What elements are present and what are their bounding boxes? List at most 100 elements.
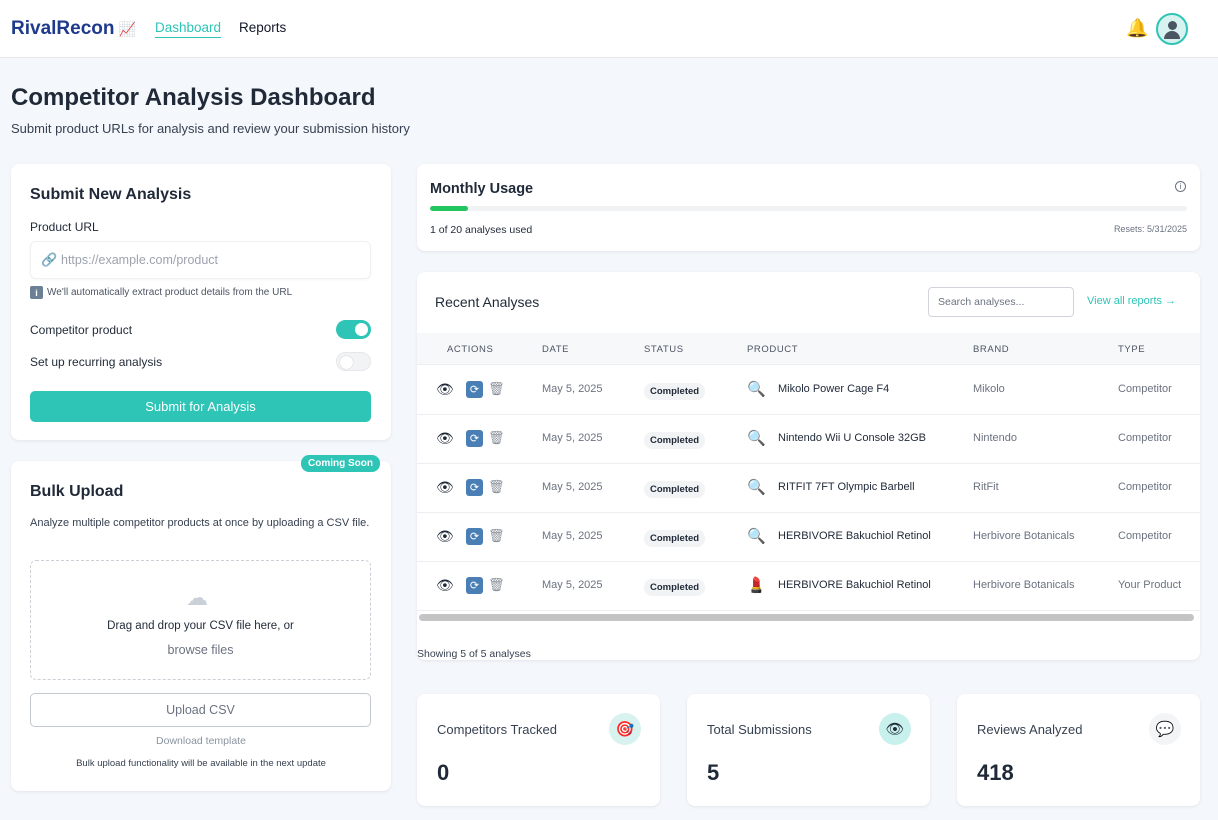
row-brand: Herbivore Botanicals — [973, 579, 1075, 591]
stat-value: 418 — [977, 760, 1014, 785]
info-circle-icon[interactable]: i — [1175, 181, 1186, 192]
url-label: Product URL — [30, 220, 99, 234]
row-product[interactable]: HERBIVORE Bakuchiol Retinol — [778, 530, 931, 542]
eye-icon: 👁 — [879, 713, 911, 745]
trash-icon[interactable]: 🗑 — [488, 479, 505, 495]
stat-value: 5 — [707, 760, 720, 785]
eye-icon[interactable]: 👁 — [436, 381, 454, 398]
brand-logo[interactable]: RivalRecon 📈 — [11, 18, 136, 40]
row-type: Competitor — [1118, 383, 1172, 395]
row-product[interactable]: HERBIVORE Bakuchiol Retinol — [778, 579, 931, 591]
recurring-toggle[interactable] — [336, 352, 371, 371]
upload-csv-button[interactable]: Upload CSV — [30, 693, 371, 727]
submit-card-title: Submit New Analysis — [30, 186, 192, 203]
magnifier-icon: 🔍 — [747, 479, 766, 496]
refresh-icon[interactable]: ⟳ — [466, 577, 483, 594]
status-badge: Completed — [644, 481, 706, 498]
brand-name: RivalRecon — [11, 18, 115, 39]
table-row[interactable]: 👁 ⟳ 🗑 May 5, 2025 Completed 🔍 RITFIT 7FT… — [417, 464, 1200, 513]
magnifier-icon: 🔍 — [747, 430, 766, 447]
eye-icon[interactable]: 👁 — [436, 479, 454, 496]
row-date: May 5, 2025 — [542, 383, 603, 395]
search-input[interactable] — [929, 288, 1073, 316]
trash-icon[interactable]: 🗑 — [488, 577, 505, 593]
row-type: Competitor — [1118, 530, 1172, 542]
row-product[interactable]: RITFIT 7FT Olympic Barbell — [778, 481, 915, 493]
usage-text: 1 of 20 analyses used — [430, 224, 533, 236]
nav-dashboard[interactable]: Dashboard — [155, 20, 222, 38]
user-head-shape — [1167, 21, 1177, 30]
top-navbar: RivalRecon 📈 Dashboard Reports 🔔 — [0, 0, 1218, 58]
target-icon: 🎯 — [609, 713, 641, 745]
avatar[interactable] — [1156, 13, 1188, 45]
row-brand: RitFit — [973, 481, 999, 493]
csv-dropzone[interactable]: ☁ Drag and drop your CSV file here, or b… — [30, 560, 371, 680]
refresh-icon[interactable]: ⟳ — [466, 381, 483, 398]
stat-label: Reviews Analyzed — [977, 722, 1083, 737]
trash-icon[interactable]: 🗑 — [488, 381, 505, 397]
status-badge: Completed — [644, 432, 706, 449]
bell-icon[interactable]: 🔔 — [1126, 18, 1148, 39]
col-brand: BRAND — [973, 344, 1010, 355]
col-type[interactable]: TYPE — [1118, 344, 1145, 355]
submit-analysis-card: Submit New Analysis Product URL 🔗 i We'l… — [11, 164, 391, 440]
bulk-card-title: Bulk Upload — [30, 483, 124, 500]
eye-icon[interactable]: 👁 — [436, 430, 454, 447]
competitor-toggle[interactable] — [336, 320, 371, 339]
url-hint: i We'll automatically extract product de… — [30, 286, 292, 299]
status-badge: Completed — [644, 579, 706, 596]
page-title: Competitor Analysis Dashboard — [11, 84, 376, 111]
nav-reports[interactable]: Reports — [239, 20, 286, 35]
row-type: Competitor — [1118, 432, 1172, 444]
trash-icon[interactable]: 🗑 — [488, 430, 505, 446]
row-product[interactable]: Mikolo Power Cage F4 — [778, 383, 889, 395]
row-product[interactable]: Nintendo Wii U Console 32GB — [778, 432, 926, 444]
eye-icon[interactable]: 👁 — [436, 528, 454, 545]
browse-files-link[interactable]: browse files — [31, 643, 370, 657]
download-template-link[interactable]: Download template — [11, 735, 391, 747]
usage-title: Monthly Usage — [430, 181, 534, 197]
stat-value: 0 — [437, 760, 450, 785]
recurring-label: Set up recurring analysis — [30, 355, 163, 369]
table-row[interactable]: 👁 ⟳ 🗑 May 5, 2025 Completed 🔍 Mikolo Pow… — [417, 366, 1200, 415]
view-all-reports-link[interactable]: View all reports → — [1087, 295, 1176, 307]
row-date: May 5, 2025 — [542, 530, 603, 542]
bulk-note: Bulk upload functionality will be availa… — [76, 758, 326, 769]
url-hint-text: We'll automatically extract product deta… — [47, 287, 293, 298]
competitor-label: Competitor product — [30, 323, 133, 337]
horizontal-scrollbar[interactable] — [419, 614, 1194, 621]
cloud-icon: ☁ — [186, 585, 208, 610]
table-row[interactable]: 👁 ⟳ 🗑 May 5, 2025 Completed 🔍 HERBIVORE … — [417, 513, 1200, 562]
table-row[interactable]: 👁 ⟳ 🗑 May 5, 2025 Completed 💄 HERBIVORE … — [417, 562, 1200, 611]
col-product: PRODUCT — [747, 344, 799, 355]
trash-icon[interactable]: 🗑 — [488, 528, 505, 544]
submit-analysis-button[interactable]: Submit for Analysis — [30, 391, 371, 422]
usage-reset: Resets: 5/31/2025 — [1113, 224, 1187, 234]
user-body-shape — [1164, 31, 1180, 39]
stat-card-reviews: Reviews Analyzed 💬 418 — [957, 694, 1200, 806]
col-status: STATUS — [644, 344, 684, 355]
refresh-icon[interactable]: ⟳ — [466, 430, 483, 447]
recent-analyses-card: Recent Analyses View all reports → ACTIO… — [417, 272, 1200, 660]
usage-progress-bar — [430, 206, 1187, 211]
bulk-upload-card: Bulk Upload Analyze multiple competitor … — [11, 461, 391, 791]
eye-icon[interactable]: 👁 — [436, 577, 454, 594]
toggle-knob — [340, 356, 353, 369]
refresh-icon[interactable]: ⟳ — [466, 528, 483, 545]
bulk-description: Analyze multiple competitor products at … — [30, 517, 370, 529]
refresh-icon[interactable]: ⟳ — [466, 479, 483, 496]
table-header: ACTIONS DATE STATUS PRODUCT BRAND TYPE — [417, 333, 1200, 365]
magnifier-icon: 🔍 — [747, 381, 766, 398]
info-icon: i — [30, 286, 43, 299]
col-actions: ACTIONS — [447, 344, 494, 355]
showing-count: Showing 5 of 5 analyses — [417, 648, 531, 660]
page-subtitle: Submit product URLs for analysis and rev… — [11, 121, 410, 136]
url-field[interactable]: 🔗 — [30, 241, 371, 279]
table-row[interactable]: 👁 ⟳ 🗑 May 5, 2025 Completed 🔍 Nintendo W… — [417, 415, 1200, 464]
search-field[interactable] — [928, 287, 1074, 317]
row-date: May 5, 2025 — [542, 432, 603, 444]
coming-soon-badge: Coming Soon — [301, 455, 380, 472]
drop-text: Drag and drop your CSV file here, or — [107, 620, 294, 632]
url-input[interactable] — [61, 242, 361, 278]
monthly-usage-card: Monthly Usage i 1 of 20 analyses used Re… — [417, 164, 1200, 251]
